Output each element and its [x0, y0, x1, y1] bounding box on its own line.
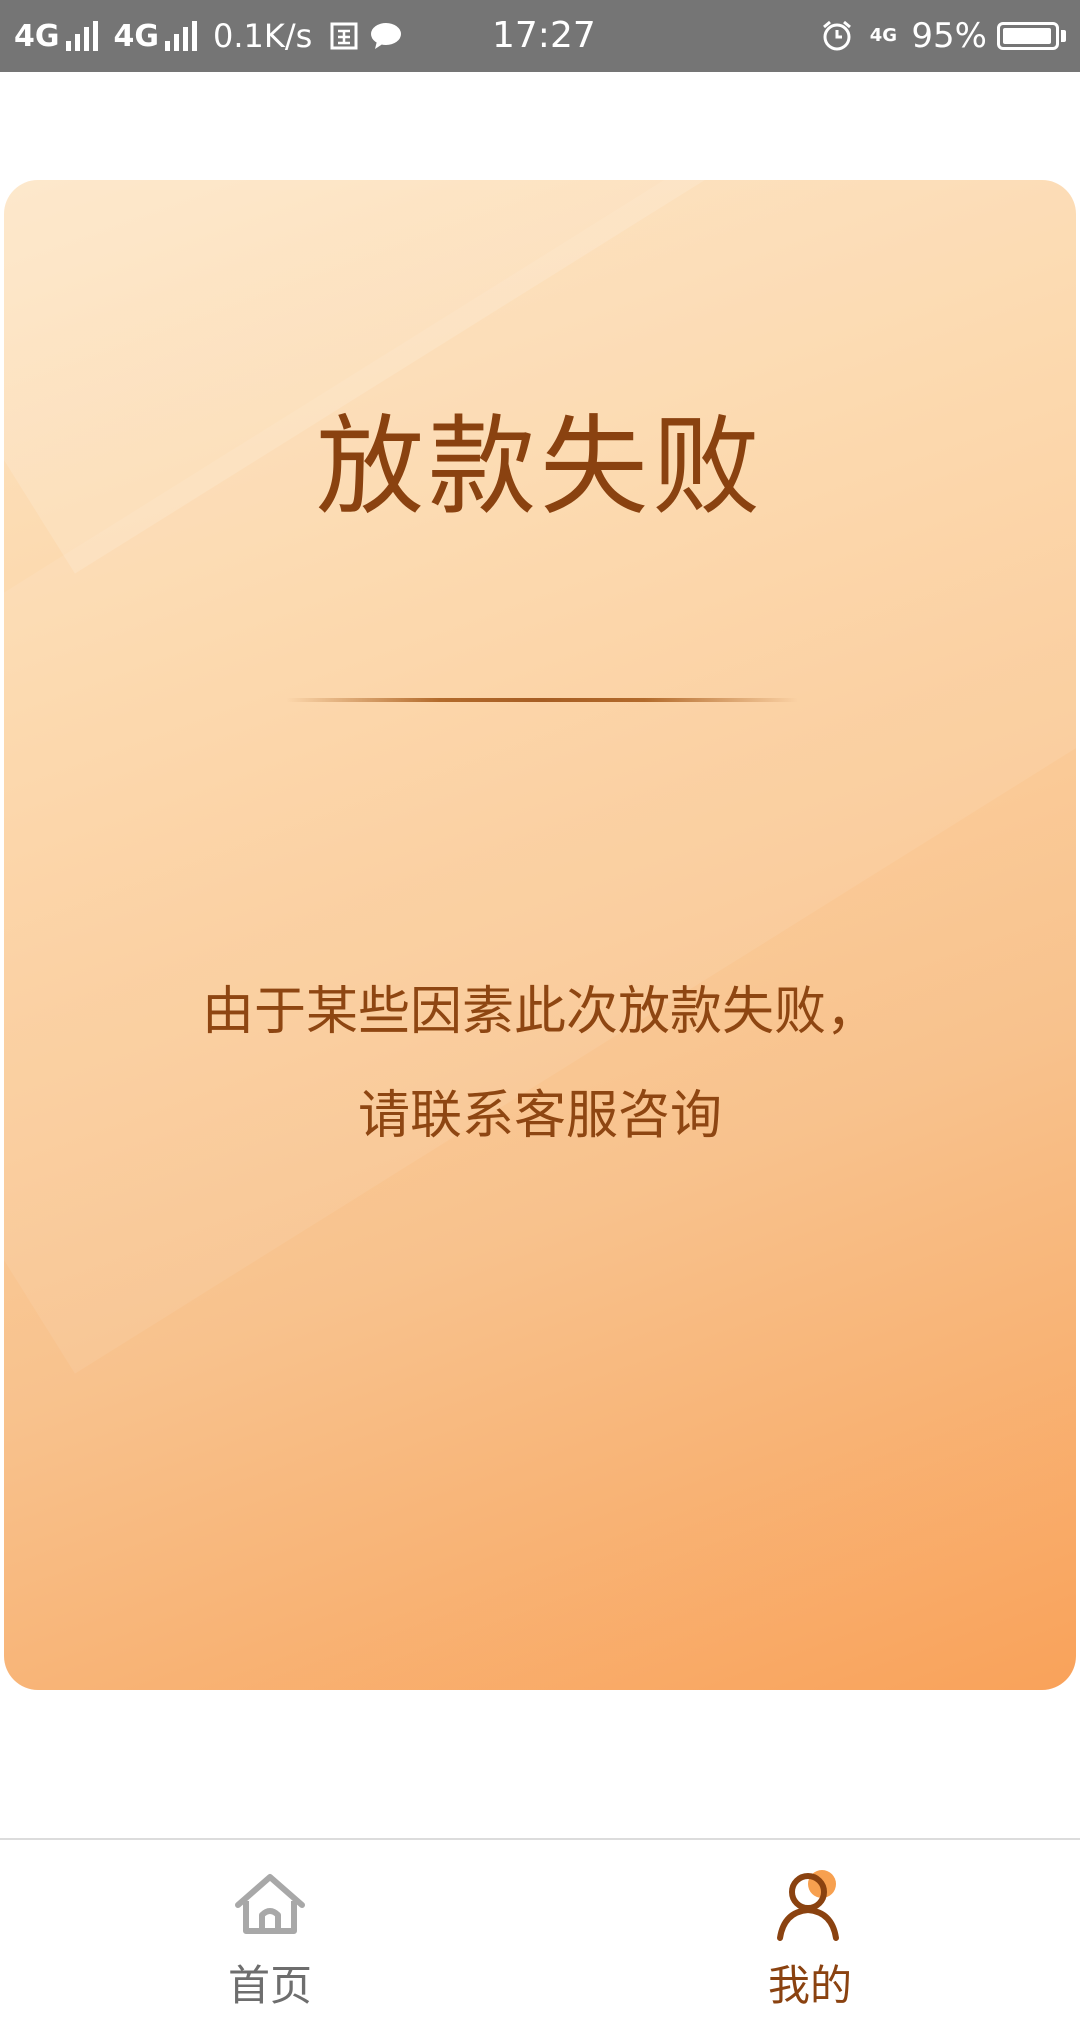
title-divider — [286, 698, 798, 702]
clock: 17:27 — [492, 15, 596, 56]
network-type-2: 4G — [113, 18, 160, 54]
bottom-nav: 首页 我的 — [0, 1838, 1080, 2034]
network-type-1: 4G — [14, 18, 60, 54]
result-message-line-1: 由于某些因素此次放款失败， — [201, 982, 878, 1042]
battery-percent: 95% — [911, 16, 987, 56]
tab-home-label: 首页 — [227, 1961, 312, 2010]
home-icon — [230, 1864, 310, 1944]
result-message: 由于某些因素此次放款失败， 请联系客服咨询 — [4, 960, 1076, 1168]
alarm-icon — [819, 18, 855, 54]
tab-mine-label: 我的 — [767, 1961, 852, 2010]
result-title: 放款失败 — [315, 405, 764, 530]
status-bar: 4G 4G 0.1K/s 17:27 4G 95% — [0, 0, 1080, 72]
user-icon — [770, 1864, 850, 1944]
signal-strength-icon — [65, 21, 98, 51]
tab-mine[interactable]: 我的 — [540, 1840, 1080, 2034]
chat-bubble-icon — [368, 18, 404, 54]
result-card: 放款失败 由于某些因素此次放款失败， 请联系客服咨询 — [4, 180, 1076, 1690]
status-bar-right: 4G 95% — [819, 16, 1066, 56]
mobile-data-icon: 4G — [865, 18, 901, 54]
tab-home[interactable]: 首页 — [0, 1840, 540, 2034]
screen: 4G 4G 0.1K/s 17:27 4G 95% 放款失败 由于某些因素此次放… — [0, 0, 1080, 2034]
signal-strength-icon-2 — [165, 21, 197, 51]
battery-icon — [997, 22, 1066, 50]
result-message-line-2: 请联系客服咨询 — [357, 1086, 722, 1146]
network-speed: 0.1K/s — [213, 17, 313, 55]
notification-app-icon — [326, 18, 362, 54]
status-bar-left: 4G 4G 0.1K/s — [14, 17, 404, 55]
mobile-data-label: 4G — [869, 25, 898, 46]
